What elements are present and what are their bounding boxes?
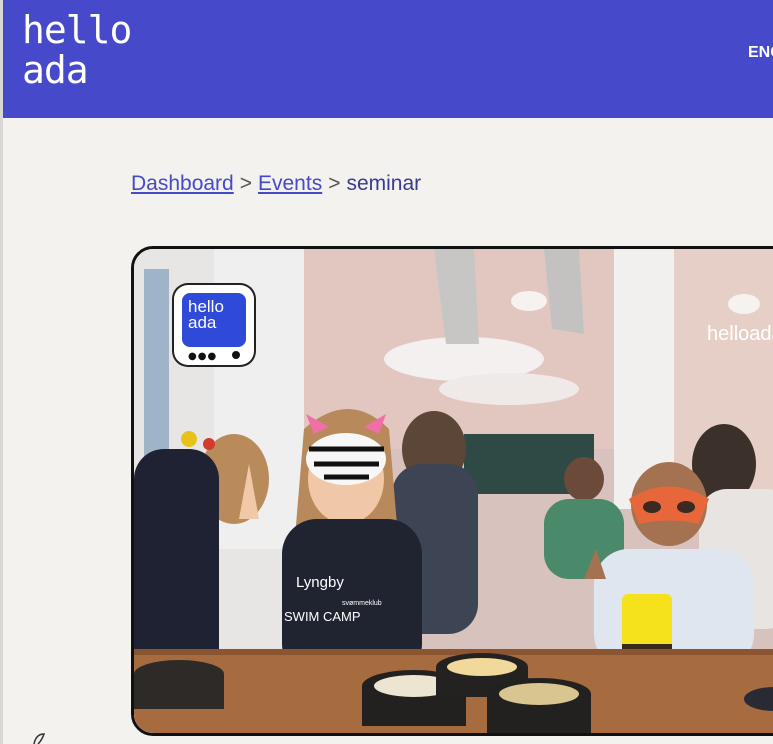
badge-dots-icon: ●●● [188,351,218,362]
shirt-text-club: svømmeklub [342,600,382,607]
logo-line-2: ada [22,48,89,92]
logo-line-1: hello [22,8,132,52]
helloada-watermark: helloada [707,323,773,345]
partial-leaf-icon [33,733,46,744]
badge-line-2: ada [188,313,217,332]
shirt-text-swim-camp: SWIM CAMP [284,609,361,624]
language-switcher[interactable]: ENG [748,44,773,62]
breadcrumb-events-link[interactable]: Events [258,172,322,195]
shirt-text-lyngby: Lyngby [296,574,344,591]
breadcrumb-separator: > [328,172,341,195]
badge-screen: hello ada [182,293,246,347]
event-hero-image: Lyngby svømmeklub SWIM CAMP hello ada ●●… [131,246,773,736]
breadcrumb-separator: > [239,172,252,195]
site-header: hello ada ENG [3,0,773,118]
hello-ada-badge: hello ada ●●● [174,285,254,365]
breadcrumb: Dashboard > Events > seminar [131,172,421,196]
breadcrumb-current: seminar [346,172,422,195]
breadcrumb-dashboard-link[interactable]: Dashboard [131,172,234,195]
hello-ada-logo[interactable]: hello ada [22,8,132,92]
badge-camera-icon [232,351,240,359]
